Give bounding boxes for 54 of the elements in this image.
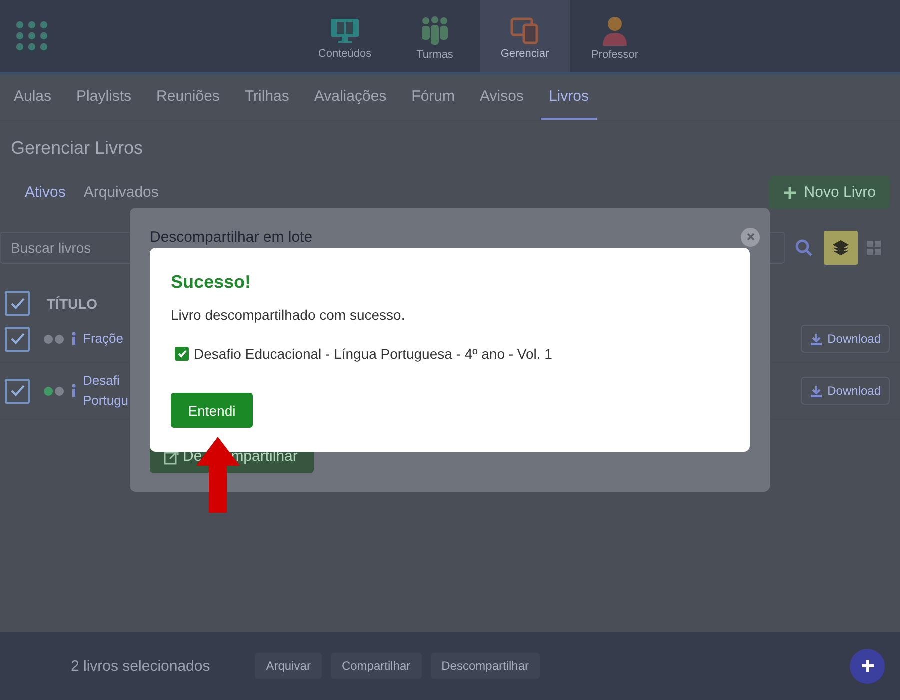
bulk-action-button[interactable]: Arquivar — [255, 653, 322, 679]
modal-title: Descompartilhar em lote — [150, 228, 313, 246]
dialog-message: Livro descompartilhado com sucesso. — [171, 307, 406, 323]
check-icon — [10, 296, 26, 310]
selection-count: 2 livros selecionados — [71, 658, 210, 674]
bulk-action-button[interactable]: Compartilhar — [330, 653, 422, 679]
subnav-tab[interactable]: Playlists — [68, 75, 140, 120]
search-icon[interactable] — [795, 239, 813, 257]
nav-tab[interactable]: Professor — [570, 0, 660, 72]
subnav-tab[interactable]: Livros — [540, 75, 597, 120]
nav-tab[interactable]: Turmas — [390, 0, 480, 72]
download-button[interactable]: Download — [800, 377, 890, 405]
close-button[interactable] — [741, 228, 760, 246]
row-checkbox[interactable] — [5, 326, 30, 352]
subnav-tab[interactable]: Avisos — [472, 75, 532, 120]
book-name: Desafio Educacional - Língua Portuguesa - 4º ano - Vol. 1 — [194, 346, 552, 362]
column-header: TÍTULO — [47, 296, 98, 312]
check-icon — [10, 332, 26, 346]
subnav-tab[interactable]: Reuniões — [148, 75, 228, 120]
person-icon — [600, 16, 630, 46]
bulk-action-button[interactable]: Descompartilhar — [430, 653, 540, 679]
subnav-tab[interactable]: Avaliações — [306, 75, 395, 120]
download-icon — [810, 332, 823, 346]
app-launcher-icon[interactable] — [15, 20, 49, 52]
close-icon — [746, 233, 754, 241]
grid-view-icon[interactable] — [867, 241, 881, 255]
dialog-title: Sucesso! — [171, 272, 252, 293]
row-checkbox[interactable] — [5, 378, 30, 404]
download-icon — [810, 384, 823, 398]
info-icon[interactable] — [71, 332, 77, 346]
page-title: Gerenciar Livros — [11, 138, 144, 159]
status-tab[interactable]: Ativos — [25, 180, 66, 205]
layers-button[interactable] — [824, 231, 858, 265]
add-button[interactable] — [850, 648, 885, 684]
confirm-button[interactable]: Entendi — [171, 393, 253, 428]
book-title[interactable]: Fraçõe — [83, 329, 124, 349]
plus-icon — [860, 658, 876, 674]
info-icon[interactable] — [71, 384, 77, 398]
download-button[interactable]: Download — [800, 325, 890, 353]
nav-tab[interactable]: Gerenciar — [480, 0, 570, 72]
new-book-button[interactable]: Novo Livro — [769, 176, 890, 209]
check-icon — [10, 384, 26, 398]
subnav-tab[interactable]: Fórum — [404, 75, 464, 120]
select-all-checkbox[interactable] — [5, 291, 30, 316]
subnav-tab[interactable]: Trilhas — [236, 75, 298, 120]
nav-tab[interactable]: Conteúdos — [300, 0, 390, 72]
book-title[interactable]: Desafi Portugu — [83, 371, 129, 411]
subnav-tab[interactable]: Aulas — [6, 75, 60, 120]
monitor-book-icon — [329, 17, 361, 45]
plus-icon — [783, 186, 798, 200]
status-tab[interactable]: Arquivados — [84, 180, 159, 205]
devices-icon — [510, 17, 540, 45]
people-icon — [419, 16, 451, 46]
layers-icon — [833, 240, 849, 256]
